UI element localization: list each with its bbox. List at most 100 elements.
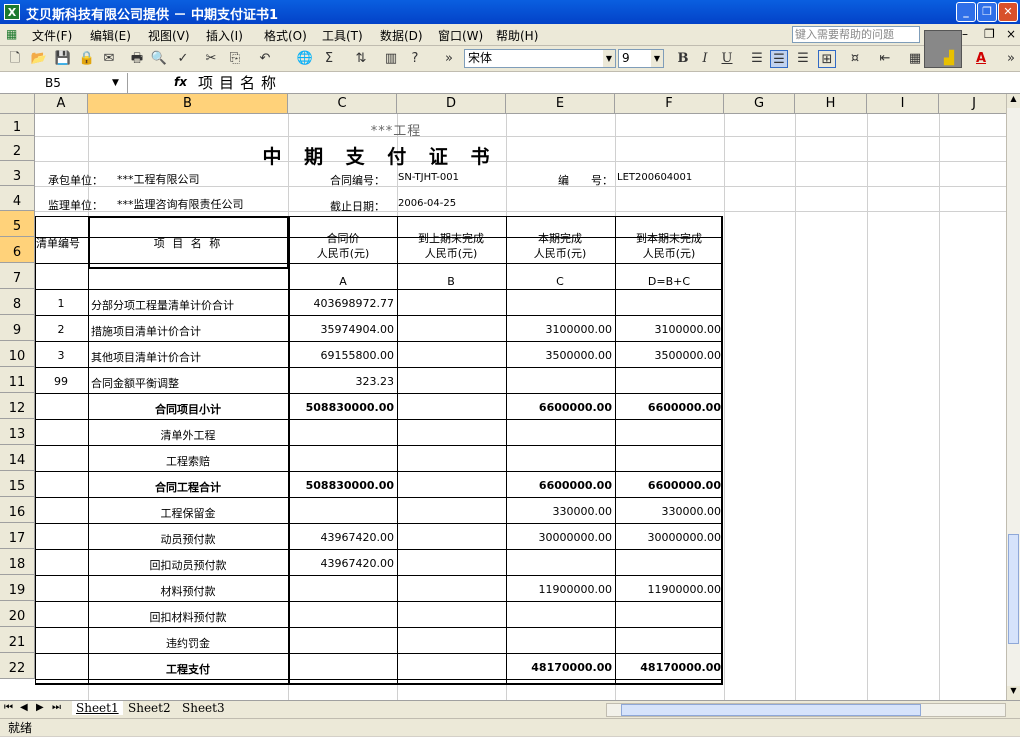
cut-icon[interactable]: ✂ [202, 50, 220, 68]
row-header-2[interactable]: 2 [0, 136, 35, 161]
column-header-i[interactable]: I [867, 94, 939, 114]
scroll-up-icon[interactable]: ▲ [1007, 94, 1020, 108]
help-search-input[interactable]: 键入需要帮助的问题 [792, 26, 920, 43]
tab-last-icon[interactable]: ⏭ [52, 702, 61, 713]
scroll-down-icon[interactable]: ▼ [1007, 686, 1020, 700]
print-preview-icon[interactable]: 🔍 [150, 50, 168, 68]
select-all-corner[interactable] [0, 94, 35, 114]
column-header-h[interactable]: H [795, 94, 867, 114]
menu-file[interactable]: 文件(F) [32, 27, 72, 44]
save-icon[interactable]: 💾 [54, 50, 72, 68]
name-box[interactable]: B5 ▼ [0, 73, 128, 93]
scroll-thumb[interactable] [1008, 534, 1019, 644]
menu-view[interactable]: 视图(V) [148, 27, 190, 44]
worksheet-grid[interactable]: ABCDEFGHIJ 1 2 3 4 5 6 7 8 9 10 11 12 13 14 15 16 17 18 19… [0, 94, 1006, 700]
doc-restore-icon[interactable]: ❐ [984, 27, 995, 41]
close-button[interactable]: ✕ [998, 2, 1018, 22]
minimize-button[interactable]: _ [956, 2, 976, 22]
menu-window[interactable]: 窗口(W) [438, 27, 483, 44]
tab-sheet3[interactable]: Sheet3 [178, 701, 229, 715]
toolbar-options-icon[interactable]: » [440, 50, 458, 68]
underline-icon[interactable]: U [718, 50, 736, 68]
row-header-7[interactable]: 7 [0, 263, 35, 289]
row-cumulative: 6600000.00 [647, 479, 721, 492]
menu-format[interactable]: 格式(O) [264, 27, 307, 44]
indent-icon[interactable]: ⇤ [876, 50, 894, 68]
currency-icon[interactable]: ¤ [846, 50, 864, 68]
align-right-icon[interactable]: ☰ [794, 50, 812, 68]
doc-close-icon[interactable]: × [1006, 27, 1016, 41]
row-header-3[interactable]: 3 [0, 161, 35, 186]
row-header-16[interactable]: 16 [0, 497, 35, 523]
sort-asc-icon[interactable]: ⇅ [352, 50, 370, 68]
tab-next-icon[interactable]: ▶ [36, 702, 44, 713]
tab-prev-icon[interactable]: ◀ [20, 702, 28, 713]
hscroll-thumb[interactable] [621, 704, 921, 716]
menu-insert[interactable]: 插入(I) [206, 27, 243, 44]
menu-data[interactable]: 数据(D) [380, 27, 423, 44]
font-color-icon[interactable]: A [972, 50, 990, 68]
align-left-icon[interactable]: ☰ [748, 50, 766, 68]
row-header-17[interactable]: 17 [0, 523, 35, 549]
column-header-b[interactable]: B [88, 94, 288, 114]
row-header-18[interactable]: 18 [0, 549, 35, 575]
function-icon[interactable]: fx [174, 75, 187, 89]
menu-help[interactable]: 帮助(H) [496, 27, 538, 44]
borders-icon[interactable]: ▦ [906, 50, 924, 68]
column-header-g[interactable]: G [724, 94, 795, 114]
row-header-6[interactable]: 6 [0, 237, 35, 263]
row-header-10[interactable]: 10 [0, 341, 35, 367]
column-header-e[interactable]: E [506, 94, 615, 114]
row-header-20[interactable]: 20 [0, 601, 35, 627]
column-header-c[interactable]: C [288, 94, 397, 114]
open-icon[interactable]: 📂 [30, 50, 48, 68]
autosum-icon[interactable]: Σ [320, 50, 338, 68]
horizontal-scrollbar[interactable] [606, 703, 1006, 717]
merge-center-icon[interactable]: ⊞ [818, 50, 836, 68]
font-size-select[interactable]: 9 ▼ [618, 49, 664, 68]
row-header-14[interactable]: 14 [0, 445, 35, 471]
font-name-select[interactable]: 宋体 ▼ [464, 49, 616, 68]
row-header-11[interactable]: 11 [0, 367, 35, 393]
align-center-icon[interactable]: ☰ [770, 50, 788, 68]
menu-tools[interactable]: 工具(T) [322, 27, 363, 44]
toolbar-more-icon[interactable]: » [1002, 50, 1020, 68]
row-header-5[interactable]: 5 [0, 211, 35, 237]
column-header-d[interactable]: D [397, 94, 506, 114]
row-header-1[interactable]: 1 [0, 114, 35, 136]
doc-minimize-icon[interactable]: – [962, 27, 968, 41]
help-icon[interactable]: ? [406, 50, 424, 68]
workbook-icon[interactable]: ▦ [6, 27, 17, 41]
permission-icon[interactable]: 🔒 [78, 50, 96, 68]
row-header-12[interactable]: 12 [0, 393, 35, 419]
hyperlink-icon[interactable]: 🌐 [296, 50, 314, 68]
row-header-19[interactable]: 19 [0, 575, 35, 601]
row-header-15[interactable]: 15 [0, 471, 35, 497]
row-header-4[interactable]: 4 [0, 186, 35, 211]
spelling-icon[interactable]: ✓ [174, 50, 192, 68]
vertical-scrollbar[interactable]: ▲ ▼ [1006, 94, 1020, 700]
column-header-a[interactable]: A [35, 94, 88, 114]
new-icon[interactable]: 🗋 [6, 50, 24, 68]
chart-wizard-icon[interactable]: ▥ [382, 50, 400, 68]
row-header-22[interactable]: 22 [0, 653, 35, 679]
bold-icon[interactable]: B [674, 50, 692, 68]
tab-first-icon[interactable]: ⏮ [4, 702, 13, 713]
row-header-13[interactable]: 13 [0, 419, 35, 445]
row-header-21[interactable]: 21 [0, 627, 35, 653]
tab-sheet1[interactable]: Sheet1 [72, 701, 123, 715]
tab-sheet2[interactable]: Sheet2 [124, 701, 175, 715]
menu-edit[interactable]: 编辑(E) [90, 27, 131, 44]
italic-icon[interactable]: I [696, 50, 714, 68]
undo-icon[interactable]: ↶ [256, 50, 274, 68]
print-icon[interactable]: 🖶 [128, 50, 146, 68]
row-header-8[interactable]: 8 [0, 289, 35, 315]
column-header-f[interactable]: F [615, 94, 724, 114]
fill-color-icon[interactable]: ▟ [940, 50, 958, 68]
formula-input[interactable]: 项目名称 [198, 73, 282, 93]
copy-icon[interactable]: ⎘ [226, 50, 244, 68]
maximize-button[interactable]: ❐ [977, 2, 997, 22]
row-header-9[interactable]: 9 [0, 315, 35, 341]
column-header-j[interactable]: J [939, 94, 1006, 114]
email-icon[interactable]: ✉ [100, 50, 118, 68]
